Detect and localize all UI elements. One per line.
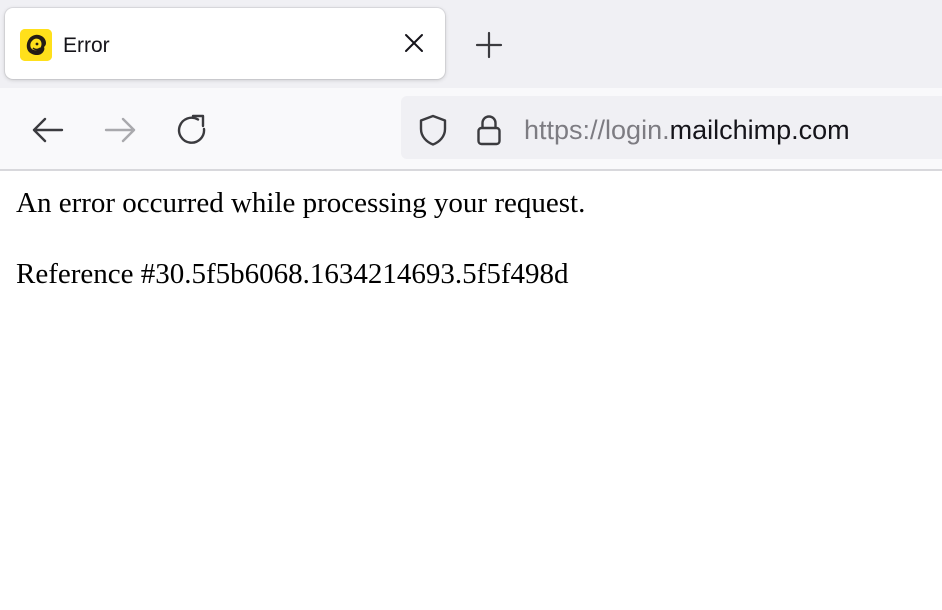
forward-arrow-icon[interactable]	[102, 112, 138, 148]
back-arrow-icon[interactable]	[30, 112, 66, 148]
url-scheme-subdomain: https://login.	[524, 115, 670, 145]
tab-strip: Error	[0, 0, 942, 88]
browser-window: Error https://login.mailchimp.com An err…	[0, 0, 942, 610]
tab-error[interactable]: Error	[5, 8, 445, 79]
tab-title: Error	[63, 34, 110, 57]
mailchimp-favicon-icon	[20, 29, 52, 61]
lock-icon[interactable]	[474, 113, 504, 147]
close-icon[interactable]	[401, 30, 427, 56]
url-domain: mailchimp.com	[669, 115, 850, 145]
shield-icon[interactable]	[417, 113, 449, 147]
url-bar[interactable]: https://login.mailchimp.com	[401, 96, 942, 159]
url-text[interactable]: https://login.mailchimp.com	[524, 115, 850, 145]
navigation-toolbar: https://login.mailchimp.com	[0, 88, 942, 171]
error-reference: Reference #30.5f5b6068.1634214693.5f5f49…	[16, 258, 569, 290]
page-content: An error occurred while processing your …	[16, 186, 926, 291]
new-tab-plus-icon[interactable]	[472, 30, 506, 60]
error-message: An error occurred while processing your …	[16, 187, 586, 219]
reload-icon[interactable]	[174, 112, 210, 148]
